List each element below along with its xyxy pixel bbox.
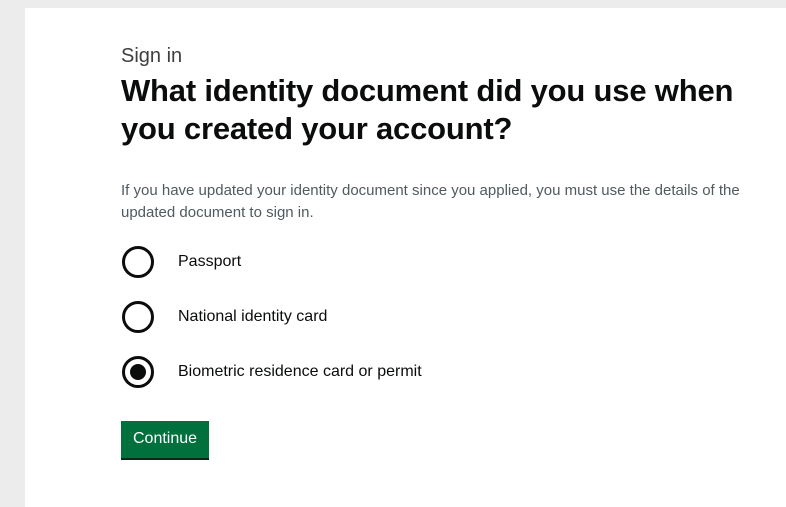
radio-option-national-identity-card[interactable]: National identity card: [121, 297, 761, 337]
radio-option-passport[interactable]: Passport: [121, 242, 761, 282]
main-panel: Sign in What identity document did you u…: [25, 8, 786, 507]
hint-text: If you have updated your identity docume…: [121, 182, 740, 221]
radio-button-selected[interactable]: [122, 356, 154, 388]
continue-button[interactable]: Continue: [121, 421, 210, 458]
radio-label[interactable]: Passport: [178, 252, 241, 272]
identity-document-form: Sign in What identity document did you u…: [121, 44, 761, 458]
page-title: What identity document did you use when …: [121, 73, 734, 146]
page-caption: Sign in: [121, 45, 183, 67]
radio-option-biometric-residence-card[interactable]: Biometric residence card or permit: [121, 352, 761, 392]
radio-button[interactable]: [122, 301, 154, 333]
document-type-radios: Passport National identity card Biometri…: [121, 242, 761, 392]
radio-label[interactable]: Biometric residence card or permit: [178, 362, 422, 382]
radio-button[interactable]: [122, 246, 154, 278]
radio-label[interactable]: National identity card: [178, 307, 327, 327]
